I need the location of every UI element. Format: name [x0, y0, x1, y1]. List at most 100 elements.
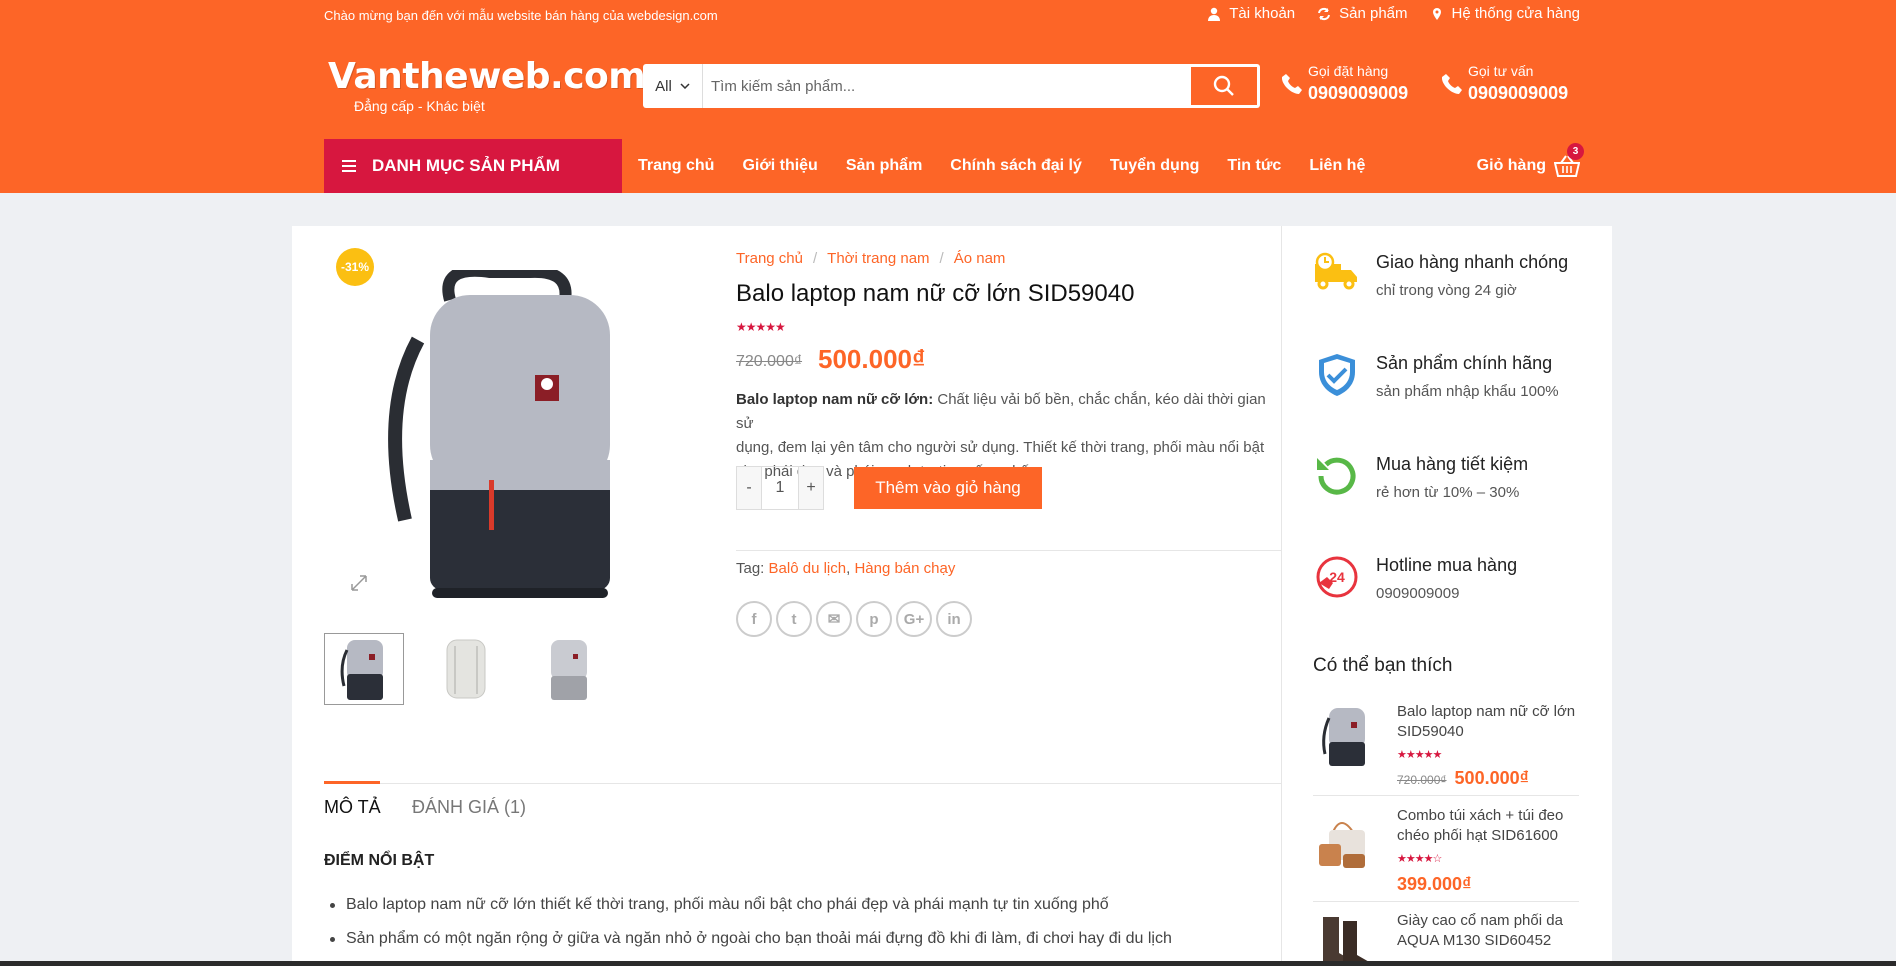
search-category-select[interactable]: All: [643, 64, 703, 108]
thumbnail-1[interactable]: [324, 633, 404, 705]
refresh-icon: [1318, 7, 1331, 20]
stores-link-label: Hệ thống cửa hàng: [1451, 5, 1580, 22]
facebook-share-icon[interactable]: f: [736, 601, 772, 637]
nav-link-contact[interactable]: Liên hệ: [1309, 157, 1365, 175]
email-share-icon[interactable]: ✉: [816, 601, 852, 637]
nav-link-home[interactable]: Trang chủ: [638, 157, 714, 175]
quantity-stepper: - 1 +: [736, 466, 824, 510]
tag-travel-backpack[interactable]: Balô du lịch: [769, 560, 847, 577]
related-product[interactable]: Balo laptop nam nữ cỡ lớn SID59040 ★★★★★…: [1313, 702, 1579, 796]
hotline-advice-number: 0909009009: [1468, 83, 1569, 103]
nav-link-about[interactable]: Giới thiệu: [742, 157, 817, 175]
feature-title: Mua hàng tiết kiệm: [1376, 454, 1529, 474]
user-icon: [1208, 7, 1221, 21]
feature-desc: rẻ hơn từ 10% – 30%: [1376, 484, 1520, 501]
zoom-expand-icon[interactable]: [350, 574, 368, 592]
logo-text: Vantheweb.com: [328, 56, 646, 97]
truck-icon: [1315, 252, 1357, 290]
tabs-divider: [324, 783, 1281, 784]
category-menu-button[interactable]: DANH MỤC SẢN PHẨM: [324, 139, 622, 193]
list-item: Sản phẩm có một ngăn rộng ở giữa và ngăn…: [324, 930, 1172, 964]
handbag-product-image: [1319, 822, 1365, 868]
cart-label: Giỏ hàng: [1476, 157, 1546, 174]
site-logo[interactable]: Vantheweb.com Đẳng cấp - Khác biệt: [328, 56, 646, 114]
phone-24-icon: 24: [1316, 556, 1358, 598]
hotline-advice-label: Gọi tư vấn: [1468, 63, 1534, 79]
description-bold-lead: Balo laptop nam nữ cỡ lớn:: [736, 391, 934, 408]
pinterest-share-icon[interactable]: p: [856, 601, 892, 637]
main-nav: DANH MỤC SẢN PHẨM Trang chủ Giới thiệu S…: [0, 139, 1896, 193]
hotline-order-label: Gọi đặt hàng: [1308, 63, 1389, 79]
account-link-label: Tài khoản: [1229, 5, 1296, 22]
breadcrumb-separator: /: [939, 250, 944, 267]
feature-savings: Mua hàng tiết kiệm rẻ hơn từ 10% – 30%: [1313, 452, 1603, 512]
tab-description[interactable]: MÔ TẢ: [324, 797, 381, 818]
quantity-increase-button[interactable]: +: [799, 467, 823, 509]
header: Vantheweb.com Đẳng cấp - Khác biệt All G…: [0, 30, 1896, 139]
tag-bestseller[interactable]: Hàng bán chạy: [854, 560, 955, 577]
nav-links: Trang chủ Giới thiệu Sản phẩm Chính sách…: [638, 139, 1365, 193]
tab-reviews[interactable]: ĐÁNH GIÁ (1): [412, 797, 526, 818]
backpack-thumb-image: [446, 639, 486, 699]
old-price: 720.000₫: [736, 353, 803, 370]
search-button[interactable]: [1191, 67, 1257, 105]
tag-label: Tag:: [736, 560, 765, 577]
rating-stars[interactable]: ★★★★★: [736, 320, 786, 334]
related-product-old-price: 720.000₫: [1397, 773, 1447, 787]
related-product-price: 720.000₫ 500.000₫: [1397, 768, 1529, 789]
product-thumbnails: [324, 633, 608, 705]
stores-link[interactable]: Hệ thống cửa hàng: [1430, 5, 1580, 22]
linkedin-share-icon[interactable]: in: [936, 601, 972, 637]
breadcrumb-home[interactable]: Trang chủ: [736, 250, 803, 267]
breadcrumb-men-fashion[interactable]: Thời trang nam: [827, 250, 929, 267]
related-product-name[interactable]: Giày cao cổ nam phối da AQUA M130 SID604…: [1397, 911, 1583, 951]
cart-button[interactable]: Giỏ hàng 3: [1476, 139, 1584, 193]
product-main-image[interactable]: [380, 270, 640, 620]
thumbnail-2[interactable]: [426, 633, 506, 705]
breadcrumb-men-shirts[interactable]: Áo nam: [954, 250, 1006, 267]
google-plus-share-icon[interactable]: G+: [896, 601, 932, 637]
search-bar: All: [643, 64, 1260, 108]
welcome-text: Chào mừng bạn đến với mẫu website bán hà…: [324, 8, 718, 23]
nav-link-agency-policy[interactable]: Chính sách đại lý: [950, 157, 1082, 175]
share-buttons: f t ✉ p G+ in: [736, 601, 972, 637]
divider: [736, 550, 1281, 551]
feature-desc: sản phẩm nhập khẩu 100%: [1376, 383, 1559, 400]
twitter-share-icon[interactable]: t: [776, 601, 812, 637]
related-product[interactable]: Giày cao cổ nam phối da AQUA M130 SID604…: [1313, 911, 1579, 966]
products-link[interactable]: Sản phẩm: [1317, 5, 1408, 22]
category-menu-label: DANH MỤC SẢN PHẨM: [372, 156, 560, 175]
quantity-input[interactable]: 1: [761, 467, 799, 509]
may-like-heading: Có thể bạn thích: [1313, 655, 1453, 676]
feature-fast-delivery: Giao hàng nhanh chóng chỉ trong vòng 24 …: [1313, 250, 1603, 310]
related-product-sale-price: 500.000₫: [1454, 768, 1529, 788]
related-product-stars: ★★★★☆: [1397, 853, 1442, 865]
related-product-name[interactable]: Combo túi xách + túi đeo chéo phối hạt S…: [1397, 806, 1583, 846]
nav-link-careers[interactable]: Tuyển dụng: [1110, 157, 1199, 175]
nav-link-news[interactable]: Tin tức: [1227, 157, 1281, 175]
account-link[interactable]: Tài khoản: [1207, 5, 1295, 22]
product-title: Balo laptop nam nữ cỡ lớn SID59040: [736, 280, 1135, 307]
search-category-value: All: [655, 77, 672, 95]
sale-badge: -31%: [336, 248, 374, 286]
add-to-cart-button[interactable]: Thêm vào giỏ hàng: [854, 467, 1042, 509]
related-product[interactable]: Combo túi xách + túi đeo chéo phối hạt S…: [1313, 806, 1579, 902]
nav-link-products[interactable]: Sản phẩm: [846, 157, 922, 175]
top-links: Tài khoản Sản phẩm Hệ thống cửa hàng: [1207, 5, 1580, 22]
feature-title: Giao hàng nhanh chóng: [1376, 252, 1569, 272]
hotline-order-number: 0909009009: [1308, 83, 1409, 103]
chevron-down-icon: [680, 83, 690, 89]
related-product-name[interactable]: Balo laptop nam nữ cỡ lớn SID59040: [1397, 702, 1583, 742]
quantity-decrease-button[interactable]: -: [737, 467, 761, 509]
feature-desc: chỉ trong vòng 24 giờ: [1376, 282, 1517, 299]
highlights-heading: ĐIỂM NỔI BẬT: [324, 852, 435, 869]
feature-title: Sản phẩm chính hãng: [1376, 353, 1553, 373]
search-icon: [1213, 75, 1234, 96]
list-item: Balo laptop nam nữ cỡ lớn thiết kế thời …: [324, 896, 1172, 930]
search-input[interactable]: [711, 64, 1161, 108]
svg-text:24: 24: [1329, 569, 1345, 585]
backpack-thumb-image: [551, 640, 587, 700]
feature-desc: 0909009009: [1376, 585, 1460, 602]
thumbnail-3[interactable]: [528, 633, 608, 705]
description-line-2: dụng, đem lại yên tâm cho người sử dụng.…: [736, 439, 1265, 456]
